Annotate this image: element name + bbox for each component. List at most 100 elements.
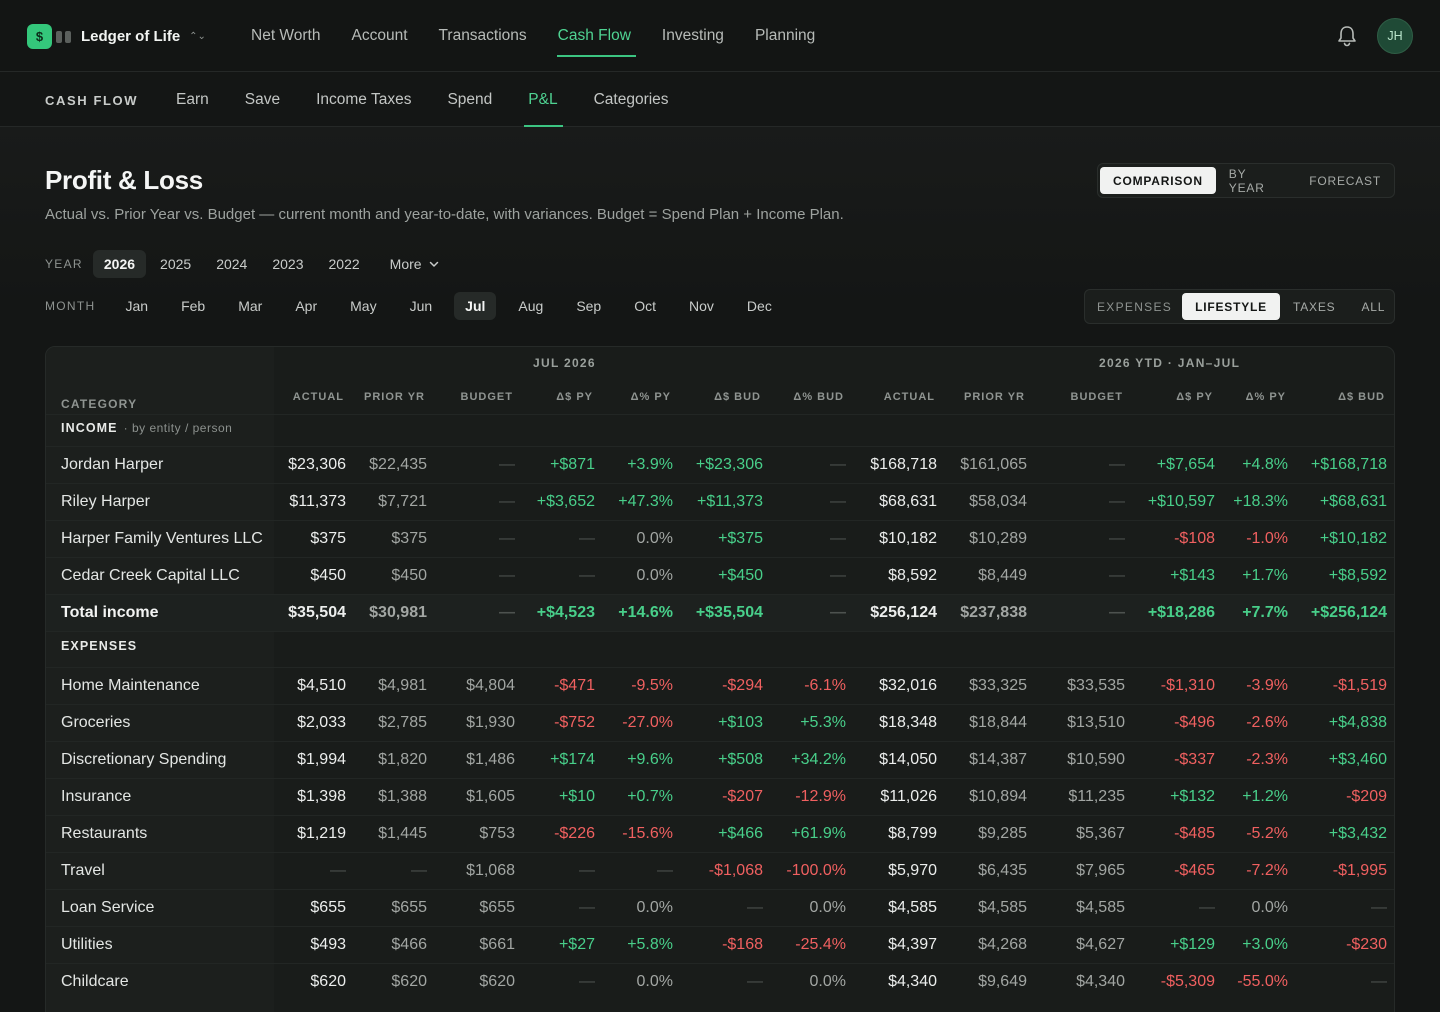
more-label: More [389, 256, 422, 272]
month-option-oct[interactable]: Oct [623, 292, 667, 320]
year-more-dropdown[interactable]: More [379, 250, 450, 278]
table-cell: $4,585 [978, 899, 1027, 916]
nav-item-account[interactable]: Account [352, 0, 408, 72]
column-header[interactable]: PRIOR YR [364, 391, 425, 403]
tab-spend[interactable]: Spend [447, 72, 492, 127]
month-option-jul[interactable]: Jul [454, 292, 497, 320]
table-row[interactable]: Harper Family Ventures LLC $375 $375 — — 0.0%… [46, 520, 1394, 557]
year-option-2024[interactable]: 2024 [205, 250, 258, 278]
month-option-dec[interactable]: Dec [736, 292, 783, 320]
table-cell: $493 [310, 936, 346, 953]
nav-item-cash-flow[interactable]: Cash Flow [556, 0, 637, 72]
nav-item-transactions[interactable]: Transactions [439, 0, 527, 72]
table-cell: — [1199, 899, 1215, 916]
view-option-forecast[interactable]: FORECAST [1296, 167, 1394, 194]
table-cell: $4,340 [888, 973, 937, 990]
table-row[interactable]: Insurance $1,398 $1,388 $1,605 +$10 +0.7% -$20… [46, 778, 1394, 815]
nav-item-investing[interactable]: Investing [662, 0, 724, 72]
table-cell: -$752 [554, 714, 595, 731]
month-option-mar[interactable]: Mar [227, 292, 273, 320]
table-cell: +$10 [558, 788, 595, 805]
table-cell: $14,050 [879, 751, 937, 768]
view-mode-toggle: COMPARISON BY YEAR FORECAST [1097, 163, 1395, 198]
table-row[interactable]: Riley Harper $11,373 $7,721 — +$3,652 +47.3% +… [46, 483, 1394, 520]
table-cell: +$508 [718, 751, 763, 768]
month-option-feb[interactable]: Feb [170, 292, 216, 320]
table-cell: — [330, 862, 346, 879]
tab-categories[interactable]: Categories [594, 72, 669, 127]
table-row[interactable]: Groceries $2,033 $2,785 $1,930 -$752 -27.0% +$… [46, 704, 1394, 741]
year-option-2022[interactable]: 2022 [318, 250, 371, 278]
tab-p-l[interactable]: P&L [524, 72, 563, 127]
table-cell: $450 [391, 567, 427, 584]
table-row[interactable]: Loan Service $655 $655 $655 — 0.0% — 0.0% $4,585… [46, 889, 1394, 926]
month-option-aug[interactable]: Aug [507, 292, 554, 320]
month-option-jan[interactable]: Jan [115, 292, 160, 320]
tab-income-taxes[interactable]: Income Taxes [316, 72, 411, 127]
expense-option-all[interactable]: ALL [1348, 293, 1398, 320]
table-cell: +$8,592 [1328, 567, 1387, 584]
table-cell: -$485 [1174, 825, 1215, 842]
table-row[interactable]: Cedar Creek Capital LLC $450 $450 — — 0.0% +$4… [46, 557, 1394, 594]
table-row[interactable]: Childcare $620 $620 $620 — 0.0% — 0.0% $4,340 $9,… [46, 963, 1394, 1000]
column-header[interactable]: PRIOR YR [964, 391, 1025, 403]
table-row[interactable]: Utilities $493 $466 $661 +$27 +5.8% -$168 -25.4… [46, 926, 1394, 963]
nav-item-planning[interactable]: Planning [755, 0, 815, 72]
table-cell: -6.1% [804, 677, 846, 694]
month-option-may[interactable]: May [339, 292, 387, 320]
table-cell: -25.4% [795, 936, 846, 953]
table-cell: — [579, 899, 595, 916]
table-cell: — [830, 456, 846, 473]
main-nav: Net Worth Account Transactions Cash Flow Inv… [251, 0, 846, 72]
table-row[interactable]: Home Maintenance $4,510 $4,981 $4,804 -$471 -… [46, 667, 1394, 704]
year-option-2023[interactable]: 2023 [261, 250, 314, 278]
table-cell: +34.2% [791, 751, 846, 768]
tab-earn[interactable]: Earn [176, 72, 209, 127]
table-cell: +5.3% [800, 714, 846, 731]
table-row[interactable]: Discretionary Spending $1,994 $1,820 $1,486… [46, 741, 1394, 778]
table-row[interactable]: Travel — — $1,068 — — -$1,068 -100.0% $5,970 $6,4… [46, 852, 1394, 889]
column-header[interactable]: Δ% PY [1246, 391, 1286, 403]
year-option-2026[interactable]: 2026 [92, 250, 147, 278]
table-cell: -$1,068 [708, 862, 763, 879]
view-option-by-year[interactable]: BY YEAR [1216, 167, 1296, 195]
column-header[interactable]: BUDGET [1071, 391, 1123, 403]
table-cell: $11,373 [289, 493, 346, 510]
table-cell: $168,718 [870, 456, 937, 473]
table-cell: $237,838 [960, 604, 1027, 621]
column-header[interactable]: Δ$ PY [1176, 391, 1213, 403]
column-header[interactable]: BUDGET [461, 391, 513, 403]
table-cell: $13,510 [1067, 714, 1125, 731]
column-header[interactable]: Δ$ PY [556, 391, 593, 403]
table-cell: $655 [310, 899, 346, 916]
table-cell: +$4,838 [1328, 714, 1387, 731]
tab-save[interactable]: Save [245, 72, 280, 127]
table-cell: — [1109, 456, 1125, 473]
column-header[interactable]: Δ% BUD [793, 391, 844, 403]
nav-item-net-worth[interactable]: Net Worth [251, 0, 321, 72]
table-row[interactable]: Restaurants $1,219 $1,445 $753 -$226 -15.6% +$… [46, 815, 1394, 852]
column-header[interactable]: ACTUAL [293, 391, 344, 403]
month-option-apr[interactable]: Apr [284, 292, 328, 320]
table-cell: 0.0% [636, 899, 673, 916]
table-cell: $1,068 [466, 862, 515, 879]
table-cell: $655 [479, 899, 515, 916]
bell-icon[interactable] [1336, 24, 1358, 48]
expense-option-lifestyle[interactable]: LIFESTYLE [1182, 293, 1280, 320]
column-header[interactable]: Δ$ BUD [1338, 391, 1385, 403]
brand-switcher[interactable]: $ Ledger of Life ⌃⌄ [27, 24, 206, 49]
column-header[interactable]: ACTUAL [884, 391, 935, 403]
table-row[interactable]: Jordan Harper $23,306 $22,435 — +$871 +3.9% +$… [46, 446, 1394, 483]
table-cell: +4.8% [1242, 456, 1288, 473]
section-title: CASH FLOW [45, 93, 139, 108]
month-option-jun[interactable]: Jun [399, 292, 444, 320]
month-option-nov[interactable]: Nov [678, 292, 725, 320]
view-option-comparison[interactable]: COMPARISON [1100, 167, 1216, 194]
year-option-2025[interactable]: 2025 [149, 250, 202, 278]
month-option-sep[interactable]: Sep [565, 292, 612, 320]
column-header[interactable]: Δ$ BUD [714, 391, 761, 403]
column-header[interactable]: Δ% PY [631, 391, 671, 403]
user-avatar[interactable]: JH [1377, 18, 1413, 54]
expense-option-taxes[interactable]: TAXES [1280, 293, 1348, 320]
total-row[interactable]: Total income $35,504 $30,981 — +$4,523 +14.6%… [46, 594, 1394, 631]
